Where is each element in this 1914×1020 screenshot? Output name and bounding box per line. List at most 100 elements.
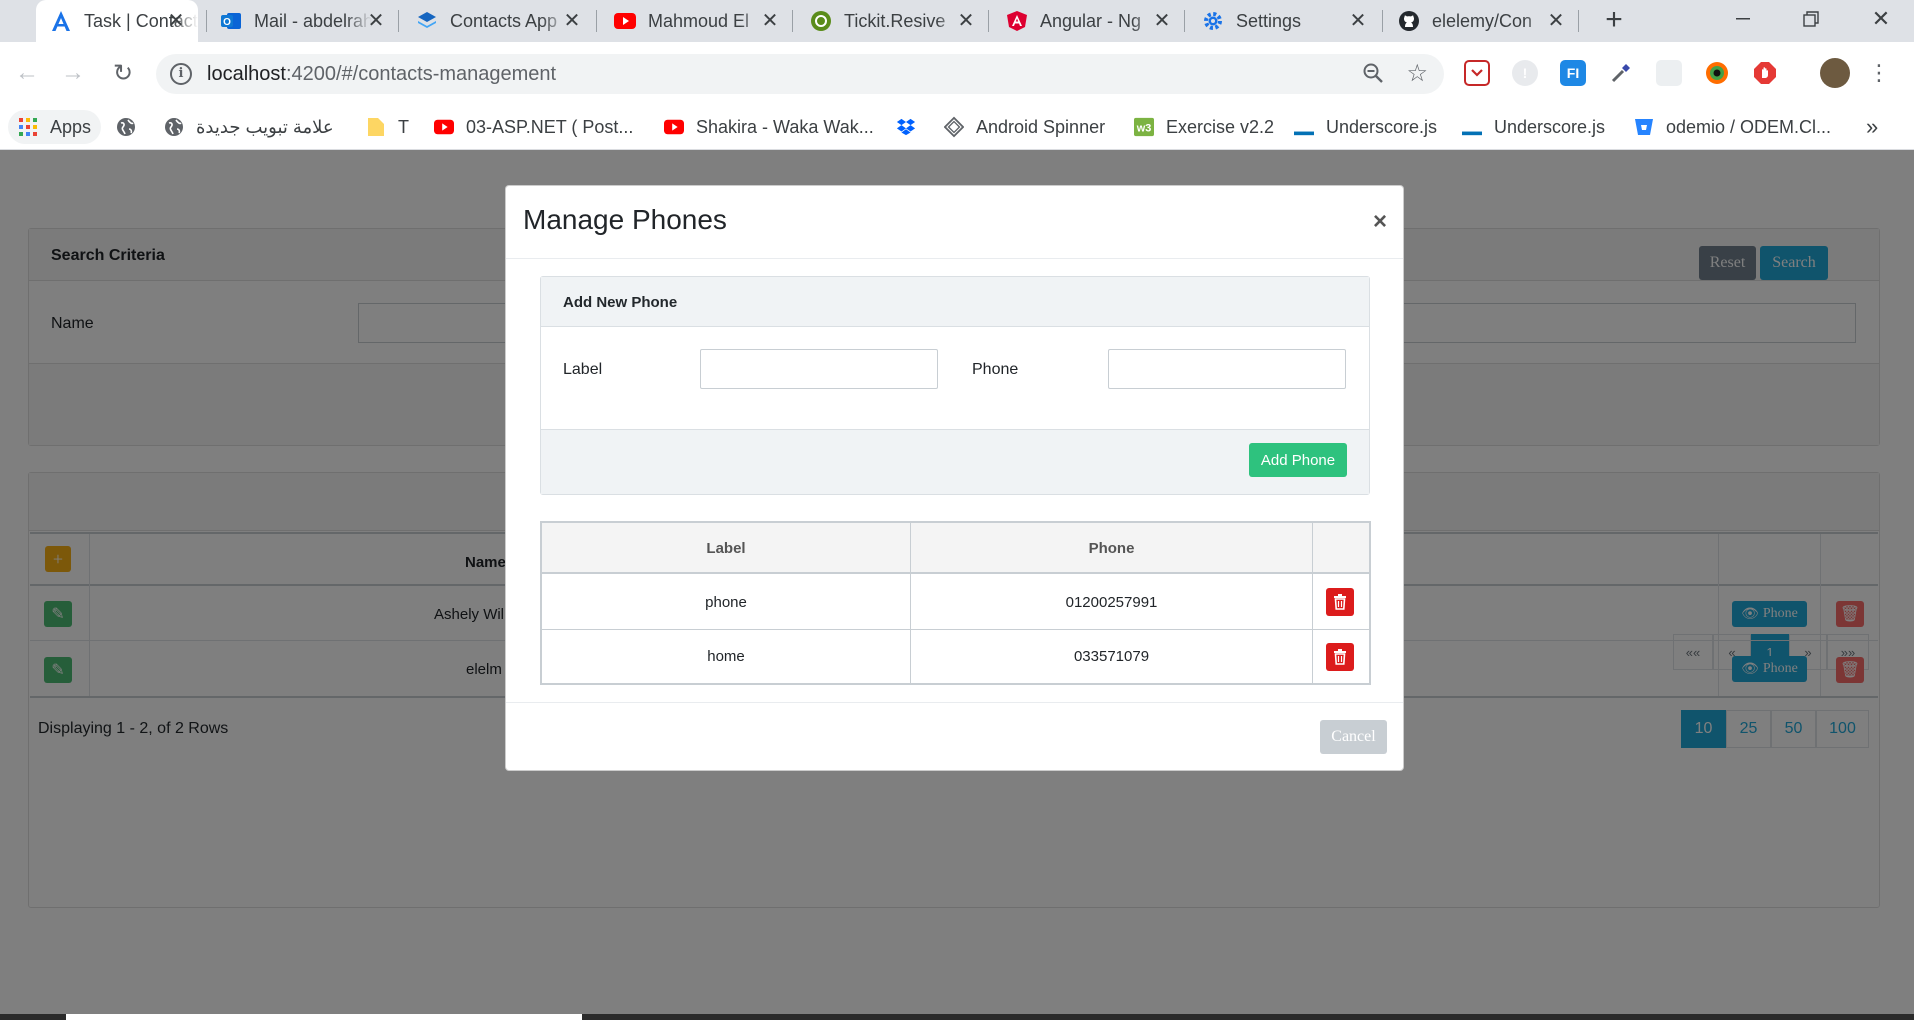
tab-title: Angular - Ng [1040, 10, 1142, 31]
add-phone-button[interactable]: Add Phone [1249, 443, 1347, 477]
phone-input[interactable] [1108, 349, 1346, 389]
bookmark-shakira[interactable]: Shakira - Waka Wak... [664, 110, 874, 144]
bookmark-label: Shakira - Waka Wak... [696, 116, 874, 137]
label-input[interactable] [700, 349, 938, 389]
browser-menu-button[interactable]: ⋮ [1862, 56, 1896, 90]
tab-mail[interactable]: O Mail - abdelrahman ✕ [206, 0, 398, 42]
delete-phone-button[interactable] [1326, 643, 1354, 671]
eye-extension-icon[interactable] [1704, 60, 1730, 86]
forward-button[interactable]: → [56, 56, 90, 90]
close-tab-icon[interactable]: ✕ [562, 11, 582, 31]
tab-title: Mahmoud El [648, 10, 750, 31]
modal-title: Manage Phones [523, 204, 727, 235]
angular-shield-icon [1006, 10, 1028, 32]
svg-text:O: O [223, 17, 231, 28]
phones-table: Label Phone phone 01200257991 home 03357… [540, 521, 1371, 685]
bookmark-odemio[interactable]: odemio / ODEM.Cl... [1634, 110, 1831, 144]
bookmark-label: Exercise v2.2 [1166, 116, 1275, 137]
restore-button[interactable] [1782, 0, 1840, 38]
tickit-icon [810, 10, 832, 32]
new-tab-button[interactable]: + [1598, 4, 1630, 36]
phone-number-value: 033571079 [1073, 648, 1150, 665]
add-new-phone-title: Add New Phone [563, 294, 678, 311]
extension-disabled-icon[interactable]: ! [1512, 60, 1538, 86]
zoom-out-icon[interactable] [1362, 62, 1384, 90]
close-tab-icon[interactable]: ✕ [166, 11, 186, 31]
tab-angular[interactable]: Angular - Ng ✕ [992, 0, 1184, 42]
minimize-button[interactable] [1714, 0, 1772, 38]
tab-title: Settings [1236, 10, 1302, 31]
bookmark-underscore-2[interactable]: Underscore.js [1462, 110, 1605, 144]
bookmarks-overflow-button[interactable]: » [1866, 110, 1878, 144]
trash-icon [1334, 594, 1346, 610]
diamond-icon [944, 116, 964, 138]
close-tab-icon[interactable]: ✕ [366, 11, 386, 31]
bookmark-asp-net[interactable]: 03-ASP.NET ( Post... [434, 110, 633, 144]
puzzle-extension-icon[interactable] [1656, 60, 1682, 86]
info-icon[interactable]: i [170, 63, 192, 85]
bookmark-exercise[interactable]: w3 Exercise v2.2 [1134, 110, 1274, 144]
tab-tickit[interactable]: Tickit.Resive ✕ [796, 0, 988, 42]
delete-phone-button[interactable] [1326, 588, 1354, 616]
fi-extension-icon[interactable]: FI [1560, 60, 1586, 86]
tab-settings[interactable]: Settings ✕ [1188, 0, 1380, 42]
tab-separator [792, 10, 793, 32]
tab-task-contacts[interactable]: Task | Contacts ✕ [36, 0, 198, 42]
avatar[interactable] [1820, 58, 1850, 88]
tab-github[interactable]: elelemy/Con ✕ [1384, 0, 1578, 42]
bookmark-apps[interactable]: Apps [8, 110, 102, 144]
cancel-button[interactable]: Cancel [1320, 720, 1387, 754]
taskbar-strip [0, 1014, 1914, 1020]
tab-separator [988, 10, 989, 32]
close-tab-icon[interactable]: ✕ [760, 11, 780, 31]
label-column-header: Label [542, 523, 910, 574]
tab-separator [1184, 10, 1185, 32]
close-tab-icon[interactable]: ✕ [1546, 11, 1566, 31]
header-text: Label [706, 540, 746, 557]
tab-mahmoud[interactable]: Mahmoud El ✕ [600, 0, 792, 42]
add-phone-label: Add Phone [1260, 451, 1336, 469]
table-row-phone: 01200257991 [911, 575, 1312, 629]
w3-icon: w3 [1134, 117, 1154, 137]
tab-separator [1382, 10, 1383, 32]
gear-icon [1202, 10, 1224, 32]
bookmark-t-folder[interactable]: T [366, 110, 409, 144]
browser-tab-strip: Task | Contacts ✕ O Mail - abdelrahman ✕… [0, 0, 1914, 42]
close-window-button[interactable]: ✕ [1852, 0, 1910, 38]
tab-contacts-app[interactable]: Contacts App ✕ [402, 0, 594, 42]
close-tab-icon[interactable]: ✕ [956, 11, 976, 31]
angular-a-icon [50, 10, 72, 32]
url-text[interactable]: localhost:4200/#/contacts-management [207, 63, 556, 86]
modal-close-button[interactable]: × [1373, 210, 1387, 234]
bookmark-label: Apps [50, 116, 92, 137]
bookmark-underscore-1[interactable]: Underscore.js [1294, 110, 1437, 144]
close-tab-icon[interactable]: ✕ [1348, 11, 1368, 31]
adblock-extension-icon[interactable] [1752, 60, 1778, 86]
arrow-right-icon: → [61, 59, 85, 86]
youtube-icon [664, 117, 684, 137]
outlook-icon: O [220, 10, 242, 32]
bookmark-star-icon[interactable]: ☆ [1406, 59, 1428, 88]
tab-title: Mail - abdelrahman [254, 10, 372, 31]
reload-button[interactable]: ↻ [106, 56, 140, 90]
bookmark-android-spinner[interactable]: Android Spinner [944, 110, 1105, 144]
phone-column-header: Phone [911, 523, 1312, 574]
add-new-phone-card: Add New Phone Label Phone Add Phone [540, 276, 1370, 495]
actions-column-header [1313, 523, 1369, 574]
back-button[interactable]: ← [10, 56, 44, 90]
bookmark-arabic-new-tab[interactable]: علامة تبويب جديدة [164, 110, 334, 144]
bookmark-label: Underscore.js [1494, 116, 1606, 137]
pocket-extension-icon[interactable] [1464, 60, 1490, 86]
restore-icon [1803, 11, 1819, 27]
url-path: :4200/#/contacts-management [285, 63, 557, 85]
bookmark-globe[interactable] [116, 110, 148, 144]
close-tab-icon[interactable]: ✕ [1152, 11, 1172, 31]
youtube-icon [434, 117, 454, 137]
bookmarks-bar: Apps علامة تبويب جديدة T 03-ASP.NET ( Po… [0, 104, 1914, 150]
eyedropper-extension-icon[interactable] [1608, 60, 1634, 86]
bookmark-label: 03-ASP.NET ( Post... [466, 116, 634, 137]
youtube-icon [614, 10, 636, 32]
bookmark-dropbox[interactable] [896, 110, 928, 144]
address-bar[interactable]: i localhost:4200/#/contacts-management ☆ [156, 54, 1444, 94]
chevron-double-right-icon: » [1866, 114, 1879, 139]
